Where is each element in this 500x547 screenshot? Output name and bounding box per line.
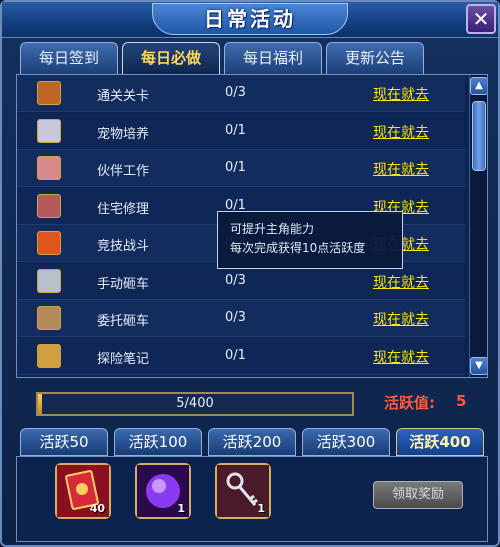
task-tooltip: 可提升主角能力 每次完成获得10点活跃度 xyxy=(217,211,403,269)
go-now-link[interactable]: 现在就去 xyxy=(373,159,429,179)
tab-activity-400[interactable]: 活跃400 xyxy=(396,428,484,456)
task-name: 通关关卡 xyxy=(97,89,150,104)
tooltip-line-2: 每次完成获得10点活跃度 xyxy=(230,241,366,255)
tooltip-line-1: 可提升主角能力 xyxy=(230,222,315,236)
tab-update-notice[interactable]: 更新公告 xyxy=(326,42,424,74)
tab-activity-50[interactable]: 活跃50 xyxy=(20,428,108,456)
task-row: 探险笔记 0/1 现在就去 xyxy=(17,337,465,375)
reward-count: 40 xyxy=(89,502,105,515)
reward-count: 1 xyxy=(257,502,265,515)
activity-progress-bar: 5/400 xyxy=(36,392,354,416)
go-now-link[interactable]: 现在就去 xyxy=(373,347,429,367)
reward-slot-key[interactable]: 1 xyxy=(215,463,271,519)
activity-value: 5 xyxy=(456,392,467,410)
scroll-down-button[interactable]: ▼ xyxy=(470,357,487,375)
tab-daily-must-do[interactable]: 每日必做 xyxy=(122,42,220,74)
arrow-up-icon: ▲ xyxy=(475,80,483,91)
arena-fire-icon xyxy=(37,231,61,255)
tab-activity-100[interactable]: 活跃100 xyxy=(114,428,202,456)
claim-reward-button[interactable]: 领取奖励 xyxy=(373,481,463,509)
task-progress: 0/1 xyxy=(225,160,246,175)
reward-slot-orb[interactable]: 1 xyxy=(135,463,191,519)
go-now-link[interactable]: 现在就去 xyxy=(373,122,429,142)
partner-icon xyxy=(37,156,61,180)
task-name: 宠物培养 xyxy=(97,126,150,142)
tab-daily-welfare[interactable]: 每日福利 xyxy=(224,42,322,74)
close-icon: ✕ xyxy=(472,7,490,31)
task-row: 委托砸车 0/3 现在就去 xyxy=(17,300,465,337)
tab-activity-200[interactable]: 活跃200 xyxy=(208,428,296,456)
adventure-note-icon xyxy=(37,343,61,368)
title-bar: 日常活动 ✕ xyxy=(2,2,498,38)
task-name: 手动砸车 xyxy=(97,276,150,292)
task-row: 伙伴工作 0/1 现在就去 xyxy=(17,150,465,187)
task-name: 伙伴工作 xyxy=(97,164,150,179)
delegate-smash-icon xyxy=(37,306,61,330)
tab-daily-sign-in[interactable]: 每日签到 xyxy=(20,42,118,74)
activity-value-label: 活跃值: xyxy=(384,394,435,412)
task-name: 委托砸车 xyxy=(97,314,150,329)
close-button[interactable]: ✕ xyxy=(466,4,496,34)
pet-icon xyxy=(37,118,61,143)
stage-clear-icon xyxy=(37,81,61,105)
task-progress: 0/1 xyxy=(225,347,246,363)
reward-panel: 40 1 1 领取奖励 xyxy=(16,456,488,542)
scroll-up-button[interactable]: ▲ xyxy=(470,77,487,95)
window-title: 日常活动 xyxy=(152,3,348,35)
task-row: 通关关卡 0/3 现在就去 xyxy=(17,75,465,112)
car-smash-icon xyxy=(37,268,61,293)
task-progress: 0/3 xyxy=(225,85,246,100)
task-progress: 0/3 xyxy=(225,310,246,325)
go-now-link[interactable]: 现在就去 xyxy=(373,309,429,329)
reward-count: 1 xyxy=(177,502,185,515)
activity-progress-text: 5/400 xyxy=(176,396,214,411)
tab-activity-300[interactable]: 活跃300 xyxy=(302,428,390,456)
reward-slot-ticket[interactable]: 40 xyxy=(55,463,111,519)
house-repair-icon xyxy=(37,193,61,218)
arrow-down-icon: ▼ xyxy=(475,360,483,371)
task-progress: 0/1 xyxy=(225,122,246,138)
task-name: 探险笔记 xyxy=(97,351,150,367)
task-name: 住宅修理 xyxy=(97,201,150,217)
go-now-link[interactable]: 现在就去 xyxy=(373,84,429,104)
task-name: 竞技战斗 xyxy=(97,239,150,254)
task-list-scrollbar[interactable]: ▲ ▼ xyxy=(469,75,487,377)
task-progress: 0/3 xyxy=(225,272,246,288)
task-list: 通关关卡 0/3 现在就去 宠物培养 0/1 现在就去 伙伴工作 0/1 现在就去 住宅修理 0/1… xyxy=(16,74,488,378)
daily-activity-window: 日常活动 ✕ 每日签到 每日必做 每日福利 更新公告 通关关卡 0/3 现在就去 宠物… xyxy=(0,0,500,547)
activity-progress: 5/400 活跃值: 5 xyxy=(18,384,488,426)
scroll-thumb[interactable] xyxy=(472,101,486,171)
go-now-link[interactable]: 现在就去 xyxy=(373,272,429,292)
task-row: 宠物培养 0/1 现在就去 xyxy=(17,112,465,150)
